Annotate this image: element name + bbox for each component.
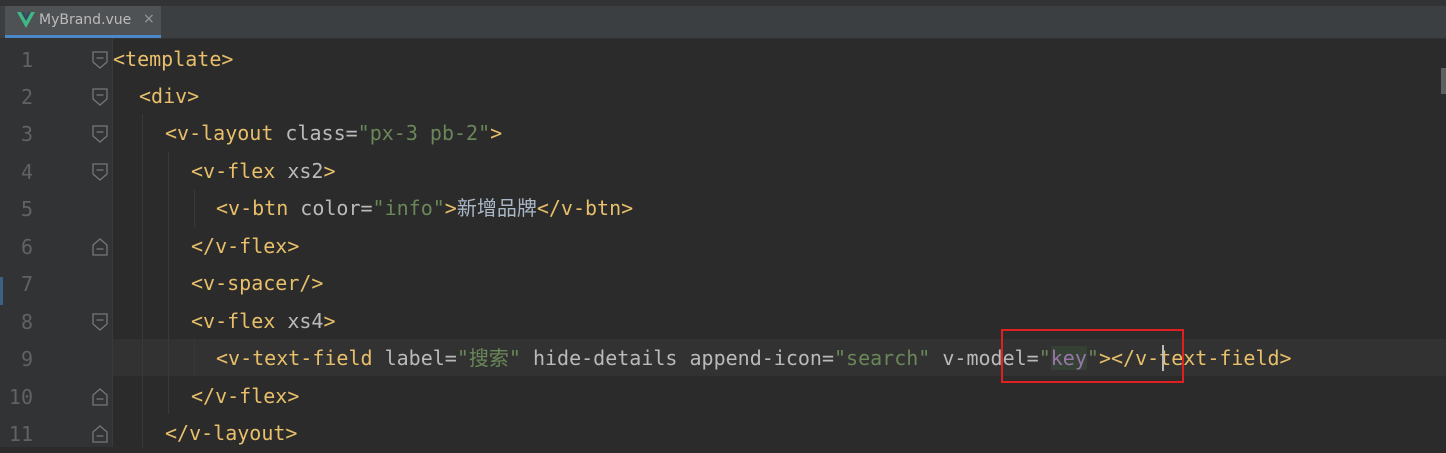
button-text-content: 新增品牌 xyxy=(456,196,537,220)
fold-open-icon[interactable] xyxy=(91,51,109,69)
tab-label: MyBrand.vue xyxy=(39,12,132,28)
tag-close: > xyxy=(323,309,336,333)
fold-close-icon[interactable] xyxy=(91,388,109,406)
code-line: 3 <v-layout class="px-3 pb-2"> xyxy=(0,116,1446,153)
code-line: 1 <template> xyxy=(0,42,1446,79)
tag-end: </v-btn> xyxy=(536,196,634,220)
code-text: <v-flex xs2> xyxy=(191,159,336,183)
tab-mybrand-vue[interactable]: MyBrand.vue × xyxy=(5,6,161,38)
code-line: 5 <v-btn color="info">新增品牌</v-btn> xyxy=(0,191,1446,228)
code-editor[interactable]: 1 <template> 2 <div> 3 <v-layout class="… xyxy=(0,39,1446,447)
fold-open-icon[interactable] xyxy=(91,88,109,106)
line-number: 7 xyxy=(20,272,33,296)
attribute-value: "px-3 pb-2" xyxy=(357,121,491,145)
fold-open-icon[interactable] xyxy=(91,163,109,181)
tag-template-open: <template> xyxy=(113,47,234,71)
code-text: </v-flex> xyxy=(191,234,299,258)
line-number: 4 xyxy=(20,160,33,184)
tag-name: <v-flex xyxy=(191,309,276,333)
tag-name: <v-btn xyxy=(216,196,289,220)
tag-name: <v-text-field xyxy=(216,346,373,370)
line-number: 5 xyxy=(20,197,33,221)
scrollbar-thumb[interactable] xyxy=(1441,68,1446,94)
tag-close: > xyxy=(444,196,457,220)
code-line: 7 <v-spacer/> xyxy=(0,266,1446,303)
attribute-value: 搜索 xyxy=(468,346,509,370)
attribute: label= xyxy=(372,346,457,370)
attribute: hide-details append-icon= xyxy=(520,346,835,370)
line-number: 10 xyxy=(8,385,33,409)
breadcrumb-strip xyxy=(0,0,1446,6)
line-number: 3 xyxy=(20,122,33,146)
attribute-value: "search" xyxy=(834,346,931,370)
code-text: <v-layout class="px-3 pb-2"> xyxy=(165,121,502,145)
attribute: color= xyxy=(288,196,373,220)
code-line: 4 <v-flex xs2> xyxy=(0,154,1446,191)
fold-open-icon[interactable] xyxy=(91,313,109,331)
code-text: <v-spacer/> xyxy=(191,271,323,295)
attribute-value: "info" xyxy=(372,196,445,220)
editor-tab-bar: MyBrand.vue × xyxy=(0,0,1446,39)
line-number: 9 xyxy=(20,347,33,371)
code-text: <v-btn color="info">新增品牌</v-btn> xyxy=(216,196,633,220)
code-line: 11 </v-layout> xyxy=(0,416,1446,453)
attribute-quote: " xyxy=(508,346,521,370)
attribute: xs4 xyxy=(275,309,324,333)
tag-name: <v-layout xyxy=(165,121,274,145)
code-line: 10 </v-flex> xyxy=(0,379,1446,416)
fold-close-icon[interactable] xyxy=(91,425,109,443)
attribute: xs2 xyxy=(275,159,324,183)
tag-flex-close: </v-flex> xyxy=(191,384,300,408)
attribute: class= xyxy=(273,121,358,145)
close-icon[interactable]: × xyxy=(143,11,155,27)
attribute-quote: " xyxy=(456,346,469,370)
fold-close-icon[interactable] xyxy=(91,238,109,256)
fold-open-icon[interactable] xyxy=(91,125,109,143)
tag-layout-close: </v-layout> xyxy=(165,421,298,445)
tag-flex-close: </v-flex> xyxy=(191,234,300,258)
tag-spacer: <v-spacer/> xyxy=(191,271,324,295)
line-number: 2 xyxy=(20,85,33,109)
tag-div-open: <div> xyxy=(139,84,200,108)
line-number: 6 xyxy=(20,235,33,259)
tag-close: > xyxy=(323,159,336,183)
code-text: <div> xyxy=(139,84,199,108)
code-text: <template> xyxy=(113,47,233,71)
code-text: <v-flex xs4> xyxy=(191,309,336,333)
highlight-annotation-box xyxy=(1001,329,1184,383)
tag-name: <v-flex xyxy=(191,159,276,183)
code-text: </v-layout> xyxy=(165,421,297,445)
line-number: 8 xyxy=(20,310,33,334)
code-line: 6 </v-flex> xyxy=(0,229,1446,266)
line-number: 11 xyxy=(8,422,33,446)
line-number: 1 xyxy=(20,48,33,72)
code-line-current: 9 <v-text-field label="搜索" hide-details … xyxy=(0,341,1446,378)
code-text: </v-flex> xyxy=(191,384,299,408)
code-line: 2 <div> xyxy=(0,79,1446,116)
vue-icon xyxy=(17,12,35,28)
code-line: 8 <v-flex xs4> xyxy=(0,304,1446,341)
tag-close: > xyxy=(490,121,503,145)
